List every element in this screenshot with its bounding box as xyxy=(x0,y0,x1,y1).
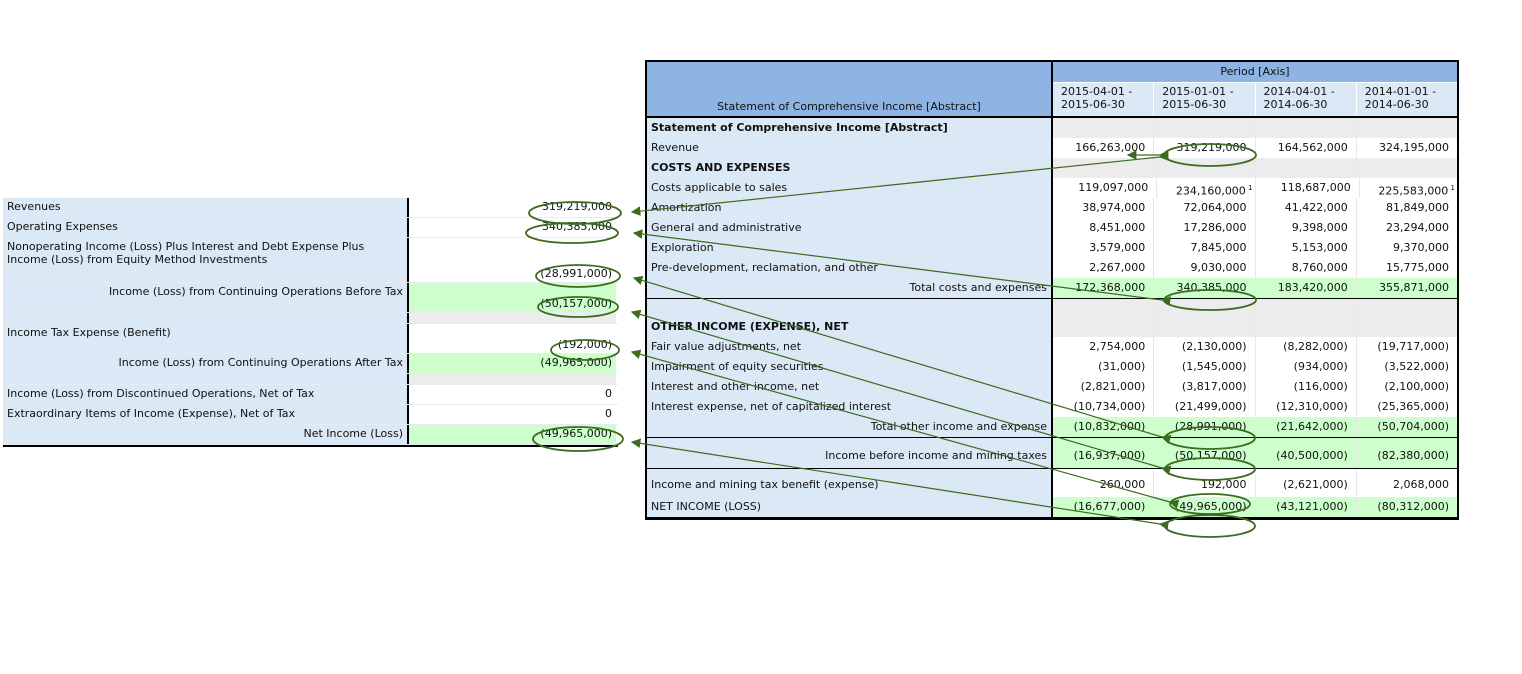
mapping-arrow xyxy=(632,275,1172,445)
annotation-overlay xyxy=(525,143,1257,538)
mapping-arrow xyxy=(630,309,1172,475)
highlight-ellipse xyxy=(1164,457,1256,481)
mapping-arrow xyxy=(630,438,1170,531)
highlight-ellipse xyxy=(525,222,619,244)
highlight-ellipse xyxy=(528,201,622,225)
highlight-ellipse xyxy=(1164,426,1256,450)
highlight-ellipse xyxy=(1169,493,1251,515)
highlight-ellipse xyxy=(537,296,619,318)
highlight-ellipse xyxy=(532,426,624,452)
mapping-arrow xyxy=(632,229,1171,306)
highlight-ellipse xyxy=(1163,289,1257,311)
mapping-arrow xyxy=(630,349,1180,509)
highlight-ellipse xyxy=(1164,514,1256,538)
mapping-arrow xyxy=(630,151,1169,216)
highlight-ellipse xyxy=(535,264,621,288)
highlight-ellipse xyxy=(1163,143,1257,167)
highlight-ellipse xyxy=(550,339,620,361)
